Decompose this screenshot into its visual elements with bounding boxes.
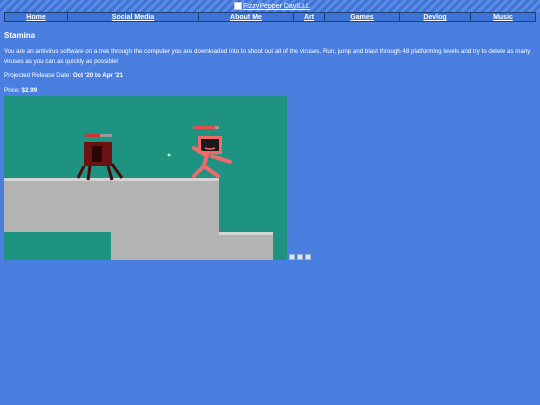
release-date-value: Oct '20 to Apr '21 — [72, 72, 123, 79]
release-date: Projected Release Date: Oct '20 to Apr '… — [4, 72, 123, 79]
thumbnail-icon[interactable] — [289, 254, 295, 260]
nav-devlog[interactable]: Devlog — [400, 13, 471, 21]
site-logo-link[interactable]: FizzyPepper DayILLL — [234, 2, 310, 10]
platform-top — [4, 178, 219, 232]
thumbnail-icon[interactable] — [305, 254, 311, 260]
thumbnail-icon[interactable] — [297, 254, 303, 260]
virus-enemy — [76, 134, 124, 181]
page-title: Stamina — [4, 31, 36, 40]
main-nav: Home Social Media About Me Art Games Dev… — [4, 12, 536, 22]
projectile — [167, 153, 171, 157]
nav-games[interactable]: Games — [325, 13, 400, 21]
price: Price: $2.99 — [4, 87, 37, 94]
platform-middle — [111, 232, 219, 260]
nav-social-media[interactable]: Social Media — [68, 13, 199, 21]
nav-about-me[interactable]: About Me — [199, 13, 294, 21]
price-value: $2.99 — [21, 87, 38, 94]
price-label: Price: — [4, 87, 22, 94]
game-description: You are an antivirus software on a trek … — [4, 48, 531, 65]
game-scene — [4, 126, 273, 260]
screenshot-thumbnails — [289, 254, 311, 260]
nav-art[interactable]: Art — [294, 13, 325, 21]
site-logo-alt-text: FizzyPepper DayILLL — [243, 2, 310, 10]
release-date-label: Projected Release Date: — [4, 72, 73, 79]
player-character — [192, 126, 232, 178]
broken-image-icon — [234, 2, 242, 10]
game-screenshot[interactable] — [4, 96, 287, 260]
nav-home[interactable]: Home — [5, 13, 68, 21]
platform-right — [219, 232, 273, 260]
nav-music[interactable]: Music — [471, 13, 535, 21]
